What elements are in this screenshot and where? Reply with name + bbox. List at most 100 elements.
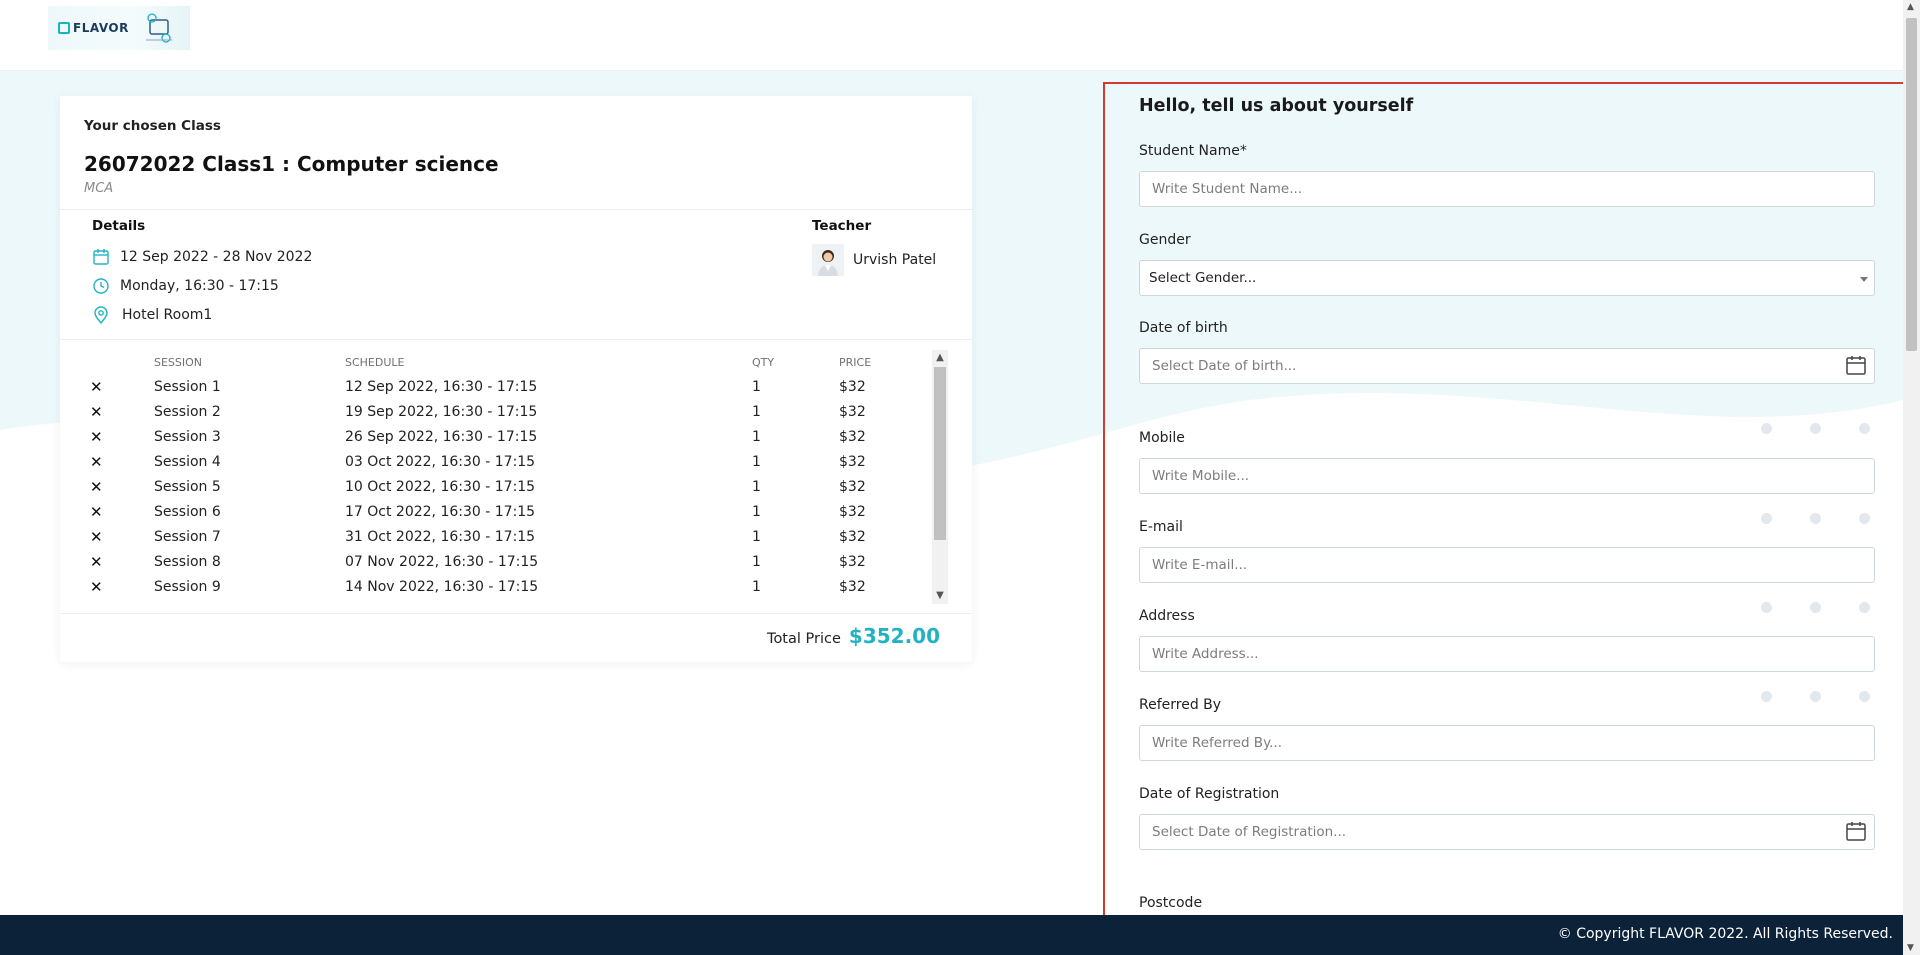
chosen-class-label: Your chosen Class [84, 118, 221, 134]
clock-icon [93, 278, 109, 294]
table-row: ✕ Session 8 07 Nov 2022, 16:30 - 17:15 1 $32 [84, 549, 926, 574]
registration-date-input[interactable] [1139, 814, 1875, 850]
column-header-schedule: SCHEDULE [345, 355, 405, 369]
calendar-icon[interactable] [1845, 820, 1867, 842]
teacher-info: Urvish Patel [812, 244, 936, 276]
remove-column-header [84, 350, 154, 374]
scroll-down-arrow-icon[interactable]: ▼ [1907, 943, 1914, 953]
scroll-up-arrow-icon[interactable]: ▲ [1907, 2, 1914, 12]
email-label: E-mail [1139, 519, 1183, 535]
scroll-up-arrow-icon[interactable]: ▲ [932, 350, 948, 366]
date-range-row: 12 Sep 2022 - 28 Nov 2022 [92, 248, 312, 266]
remove-session-button[interactable]: ✕ [84, 449, 154, 474]
card-divider [60, 209, 972, 210]
calendar-icon[interactable] [1845, 354, 1867, 376]
session-schedule-cell: 07 Nov 2022, 16:30 - 17:15 [345, 553, 539, 570]
session-price-cell: $32 [839, 378, 866, 395]
postcode-label: Postcode [1139, 895, 1203, 911]
table-row: ✕ Session 1 12 Sep 2022, 16:30 - 17:15 1 $32 [84, 374, 926, 399]
session-price-cell: $32 [839, 503, 866, 520]
column-header-price: PRICE [839, 355, 872, 369]
session-schedule-cell: 21 Nov 2022, 16:30 - 17:15 [345, 599, 752, 605]
decorative-dot [1859, 602, 1870, 613]
session-schedule-cell: 12 Sep 2022, 16:30 - 17:15 [345, 378, 538, 395]
referred-by-input[interactable] [1139, 725, 1875, 761]
teacher-avatar [812, 244, 844, 276]
table-row: ✕ Session 3 26 Sep 2022, 16:30 - 17:15 1 $32 [84, 424, 926, 449]
remove-session-button[interactable]: ✕ [84, 574, 154, 599]
sessions-table-container[interactable]: SESSION SCHEDULE QTY PRICE ✕ Session 1 12 … [84, 350, 950, 605]
session-price-cell: $32 [839, 553, 866, 570]
copyright-text: © Copyright FLAVOR 2022. All Rights Rese… [1557, 926, 1893, 942]
dob-input[interactable] [1139, 348, 1875, 384]
column-header-session: SESSION [154, 355, 203, 369]
remove-session-button[interactable]: ✕ [84, 499, 154, 524]
session-qty-cell: 1 [752, 599, 839, 605]
session-schedule-cell: 14 Nov 2022, 16:30 - 17:15 [345, 578, 539, 595]
address-label: Address [1139, 608, 1195, 624]
class-name: 26072022 Class1 : Computer science [84, 152, 499, 176]
sessions-table-scrollbar[interactable]: ▲ ▼ [932, 350, 948, 604]
chosen-class-card: Your chosen Class 26072022 Class1 : Comp… [60, 96, 972, 662]
session-qty-cell: 1 [752, 553, 761, 570]
session-schedule-cell: 26 Sep 2022, 16:30 - 17:15 [345, 428, 538, 445]
gender-select-value: Select Gender... [1149, 270, 1257, 286]
remove-session-button[interactable]: ✕ [84, 374, 154, 399]
table-row: ✕ Session 6 17 Oct 2022, 16:30 - 17:15 1 $32 [84, 499, 926, 524]
session-name-cell: Session 6 [154, 503, 221, 520]
session-price-cell: $32 [839, 599, 926, 605]
column-header-qty: QTY [752, 355, 775, 369]
mobile-label: Mobile [1139, 430, 1185, 446]
address-input[interactable] [1139, 636, 1875, 672]
remove-session-button[interactable]: ✕ [84, 399, 154, 424]
session-price-cell: $32 [839, 428, 866, 445]
flavor-logo[interactable]: FLAVOR [48, 6, 190, 50]
logo-text: FLAVOR [73, 21, 129, 35]
page-scrollbar[interactable]: ▲ ▼ [1903, 0, 1920, 955]
remove-session-button[interactable]: ✕ [84, 524, 154, 549]
location-pin-icon [94, 306, 108, 324]
session-schedule-cell: 19 Sep 2022, 16:30 - 17:15 [345, 403, 538, 420]
session-name-cell: Session 8 [154, 553, 221, 570]
total-price: Total Price $352.00 [767, 624, 940, 648]
session-qty-cell: 1 [752, 428, 761, 445]
session-qty-cell: 1 [752, 478, 761, 495]
session-name-cell: Session 3 [154, 428, 221, 445]
top-header: FLAVOR [0, 0, 1903, 71]
session-schedule-cell: 03 Oct 2022, 16:30 - 17:15 [345, 453, 536, 470]
session-name-cell: Session 7 [154, 528, 221, 545]
registration-date-field [1139, 814, 1875, 850]
card-divider [60, 613, 972, 614]
scrollbar-thumb[interactable] [934, 367, 946, 540]
mobile-input[interactable] [1139, 458, 1875, 494]
total-price-value: $352.00 [848, 624, 940, 648]
table-row: ✕ Session 5 10 Oct 2022, 16:30 - 17:15 1 $32 [84, 474, 926, 499]
email-input[interactable] [1139, 547, 1875, 583]
time-text: Monday, 16:30 - 17:15 [120, 278, 279, 294]
session-schedule-cell: 10 Oct 2022, 16:30 - 17:15 [345, 478, 536, 495]
scroll-down-arrow-icon[interactable]: ▼ [932, 588, 948, 604]
decorative-dot [1810, 602, 1821, 613]
dob-label: Date of birth [1139, 320, 1228, 336]
decorative-dot [1859, 691, 1870, 702]
footer: © Copyright FLAVOR 2022. All Rights Rese… [0, 915, 1903, 955]
logo-illustration-icon [146, 13, 172, 43]
remove-session-button[interactable]: ✕ [84, 549, 154, 574]
session-name-cell: Session 1 [154, 378, 221, 395]
table-row: ✕ Session 4 03 Oct 2022, 16:30 - 17:15 1 $32 [84, 449, 926, 474]
decorative-dot [1859, 513, 1870, 524]
session-price-cell: $32 [839, 478, 866, 495]
session-name-cell: Session 2 [154, 403, 221, 420]
decorative-dot [1761, 691, 1772, 702]
remove-session-button[interactable]: ✕ [84, 599, 154, 605]
student-name-label: Student Name* [1139, 143, 1247, 159]
remove-session-button[interactable]: ✕ [84, 474, 154, 499]
gender-select[interactable]: Select Gender... [1139, 260, 1875, 296]
page-scrollbar-thumb[interactable] [1906, 18, 1917, 351]
remove-session-button[interactable]: ✕ [84, 424, 154, 449]
session-price-cell: $32 [839, 578, 866, 595]
details-heading: Details [92, 218, 146, 234]
student-name-input[interactable] [1139, 171, 1875, 207]
table-row: ✕ Session 7 31 Oct 2022, 16:30 - 17:15 1 $32 [84, 524, 926, 549]
form-title: Hello, tell us about yourself [1139, 96, 1414, 116]
